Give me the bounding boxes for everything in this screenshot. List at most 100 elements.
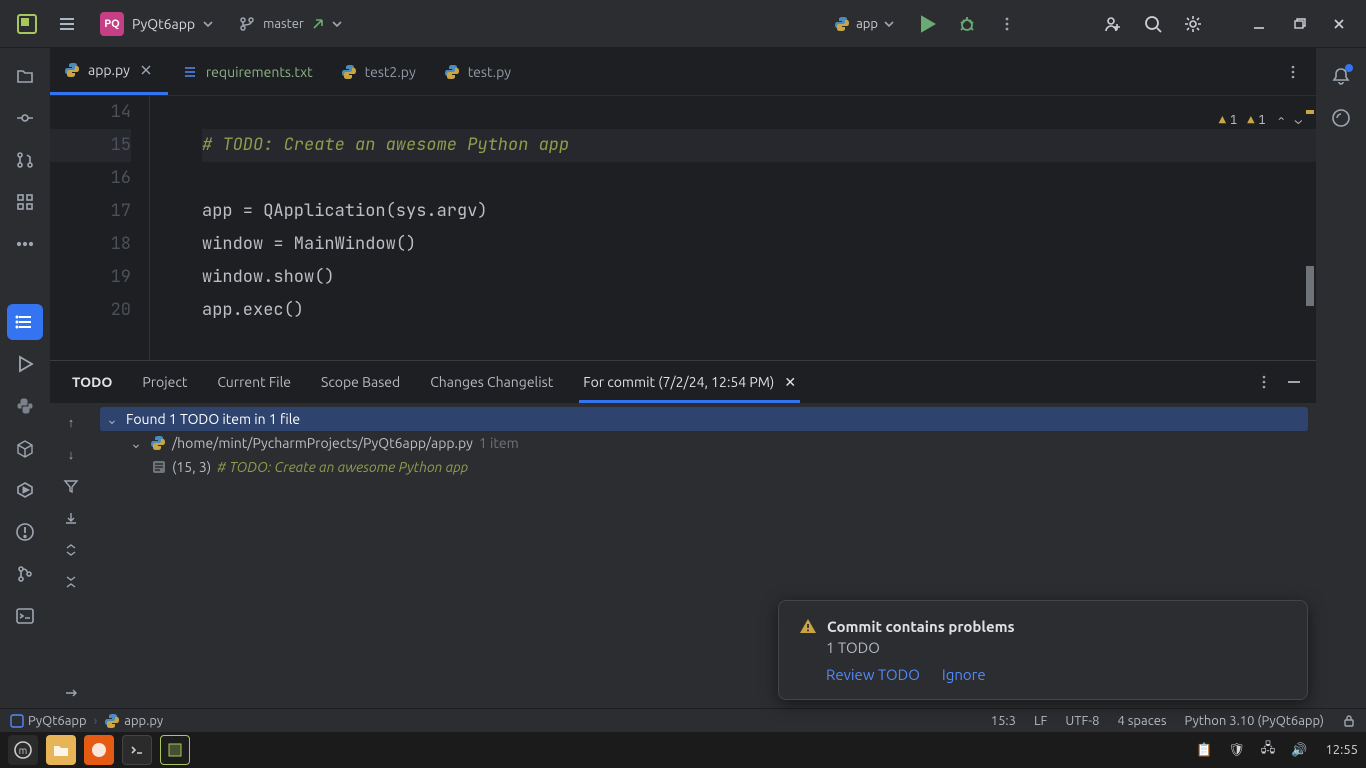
expand-all-button[interactable] [56, 535, 86, 565]
commit-tool-button[interactable] [7, 100, 43, 136]
terminal-tool-button[interactable] [7, 598, 43, 634]
breadcrumb-root[interactable]: PyQt6app [28, 714, 87, 728]
status-encoding[interactable]: UTF-8 [1065, 714, 1099, 728]
problems-tool-button[interactable] [7, 514, 43, 550]
status-interpreter[interactable]: Python 3.10 (PyQt6app) [1185, 714, 1324, 728]
debug-button[interactable] [950, 7, 984, 41]
notification-action-review[interactable]: Review TODO [826, 666, 920, 683]
tool-hide-button[interactable] [1280, 361, 1308, 403]
notifications-tool-button[interactable] [1323, 58, 1359, 94]
main-menu-button[interactable] [50, 7, 84, 41]
run-config-selector[interactable]: app [824, 12, 904, 36]
status-indent[interactable]: 4 spaces [1117, 714, 1166, 728]
run-config-name: app [856, 17, 878, 31]
todo-item-row[interactable]: (15, 3) # TODO: Create an awesome Python… [100, 455, 1308, 479]
notification-action-ignore[interactable]: Ignore [942, 666, 986, 683]
editor-tab-app-py[interactable]: app.py [50, 48, 168, 95]
run-button[interactable] [910, 7, 944, 41]
chevron-down-icon[interactable]: ⌄ [104, 411, 120, 428]
chevron-down-icon [203, 19, 213, 29]
text-file-icon [182, 64, 198, 80]
next-todo-button[interactable]: ↓ [56, 439, 86, 469]
tab-label: app.py [88, 62, 130, 78]
tray-network-icon[interactable]: 🖧 [1261, 739, 1276, 761]
git-tool-button[interactable] [7, 556, 43, 592]
services-tool-button[interactable] [7, 472, 43, 508]
filter-todo-button[interactable] [56, 471, 86, 501]
more-tools-button[interactable] [7, 226, 43, 262]
python-packages-tool-button[interactable] [7, 430, 43, 466]
tool-options-button[interactable] [1250, 361, 1278, 403]
window-minimize-button[interactable] [1242, 7, 1276, 41]
pull-requests-tool-button[interactable] [7, 142, 43, 178]
structure-tool-button[interactable] [7, 184, 43, 220]
code-with-me-button[interactable] [1096, 7, 1130, 41]
todo-item-icon [152, 460, 166, 474]
tray-shield-icon[interactable]: 🛡 [1228, 743, 1245, 758]
status-caret[interactable]: 15:3 [991, 714, 1016, 728]
taskbar-pycharm-icon[interactable] [160, 735, 190, 765]
window-restore-button[interactable] [1282, 7, 1316, 41]
code-editor[interactable]: 14151617181920 ▲1 ▲1 ⌃ ⌄ # TODO: Create … [50, 96, 1316, 360]
editor-marker-strip[interactable] [1304, 96, 1316, 360]
os-taskbar: m 📋 🛡 🖧 🔊 12:55 [0, 732, 1366, 768]
taskbar-terminal-icon[interactable] [122, 735, 152, 765]
python-icon [104, 713, 120, 729]
autoscroll-source-button[interactable] [56, 503, 86, 533]
git-branch-selector[interactable]: master [229, 12, 352, 36]
prev-highlight-button[interactable]: ⌃ [1278, 104, 1285, 137]
editor-content[interactable]: ▲1 ▲1 ⌃ ⌄ # TODO: Create an awesome Pyth… [150, 96, 1316, 360]
scroll-from-source-button[interactable] [56, 678, 86, 708]
next-highlight-button[interactable]: ⌄ [1295, 104, 1302, 137]
editor-tab-test2-py[interactable]: test2.py [327, 48, 430, 95]
python-console-tool-button[interactable] [7, 388, 43, 424]
branch-name: master [263, 17, 304, 31]
breadcrumb-file[interactable]: app.py [124, 714, 163, 728]
editor-gutter[interactable]: 14151617181920 [50, 96, 150, 360]
todo-tab-changelist[interactable]: Changes Changelist [416, 361, 567, 403]
module-icon [10, 714, 24, 728]
search-everywhere-button[interactable] [1136, 7, 1170, 41]
settings-button[interactable] [1176, 7, 1210, 41]
inspection-widget[interactable]: ▲1 ▲1 ⌃ ⌄ [1219, 104, 1302, 137]
taskbar-files-icon[interactable] [46, 735, 76, 765]
close-tab-icon[interactable]: ✕ [784, 374, 796, 391]
left-tool-rail [0, 48, 50, 708]
editor-tabs-more-button[interactable] [1276, 48, 1310, 95]
todo-tool-button[interactable] [7, 304, 43, 340]
branch-icon [239, 16, 255, 32]
editor-tab-test-py[interactable]: test.py [430, 48, 525, 95]
tray-sound-icon[interactable]: 🔊 [1291, 743, 1307, 758]
tab-label: test.py [468, 64, 511, 80]
warning-icon: ▲ [1247, 104, 1254, 137]
right-tool-rail [1316, 48, 1366, 708]
taskbar-firefox-icon[interactable] [84, 735, 114, 765]
window-close-button[interactable] [1322, 7, 1356, 41]
python-icon [444, 64, 460, 80]
os-clock[interactable]: 12:55 [1325, 743, 1358, 757]
navigation-status-bar: PyQt6app › app.py 15:3 LF UTF-8 4 spaces… [0, 708, 1366, 732]
os-menu-button[interactable]: m [8, 735, 38, 765]
close-tab-button[interactable] [138, 62, 154, 78]
collapse-all-button[interactable] [56, 567, 86, 597]
project-tool-button[interactable] [7, 58, 43, 94]
python-icon [341, 64, 357, 80]
todo-tab-current-file[interactable]: Current File [203, 361, 305, 403]
prev-todo-button[interactable]: ↑ [56, 407, 86, 437]
notification-dot-icon [1345, 64, 1353, 72]
status-lock-icon[interactable] [1342, 714, 1356, 728]
ai-assistant-tool-button[interactable] [1323, 100, 1359, 136]
todo-tab-scope-based[interactable]: Scope Based [307, 361, 414, 403]
tray-clipboard-icon[interactable]: 📋 [1196, 743, 1212, 758]
status-line-separator[interactable]: LF [1034, 714, 1047, 728]
editor-tab-requirements[interactable]: requirements.txt [168, 48, 327, 95]
todo-tab-project[interactable]: Project [128, 361, 201, 403]
todo-summary-row[interactable]: ⌄ Found 1 TODO item in 1 file [100, 407, 1308, 431]
todo-file-row[interactable]: ⌄ /home/mint/PycharmProjects/PyQt6app/ap… [100, 431, 1308, 455]
project-selector[interactable]: PQ PyQt6app [90, 8, 223, 40]
run-tool-button[interactable] [7, 346, 43, 382]
todo-tab-for-commit[interactable]: For commit (7/2/24, 12:54 PM) ✕ [569, 361, 810, 403]
more-run-actions-button[interactable] [990, 7, 1024, 41]
chevron-down-icon[interactable]: ⌄ [128, 435, 144, 452]
notification-title: Commit contains problems [827, 618, 1015, 635]
